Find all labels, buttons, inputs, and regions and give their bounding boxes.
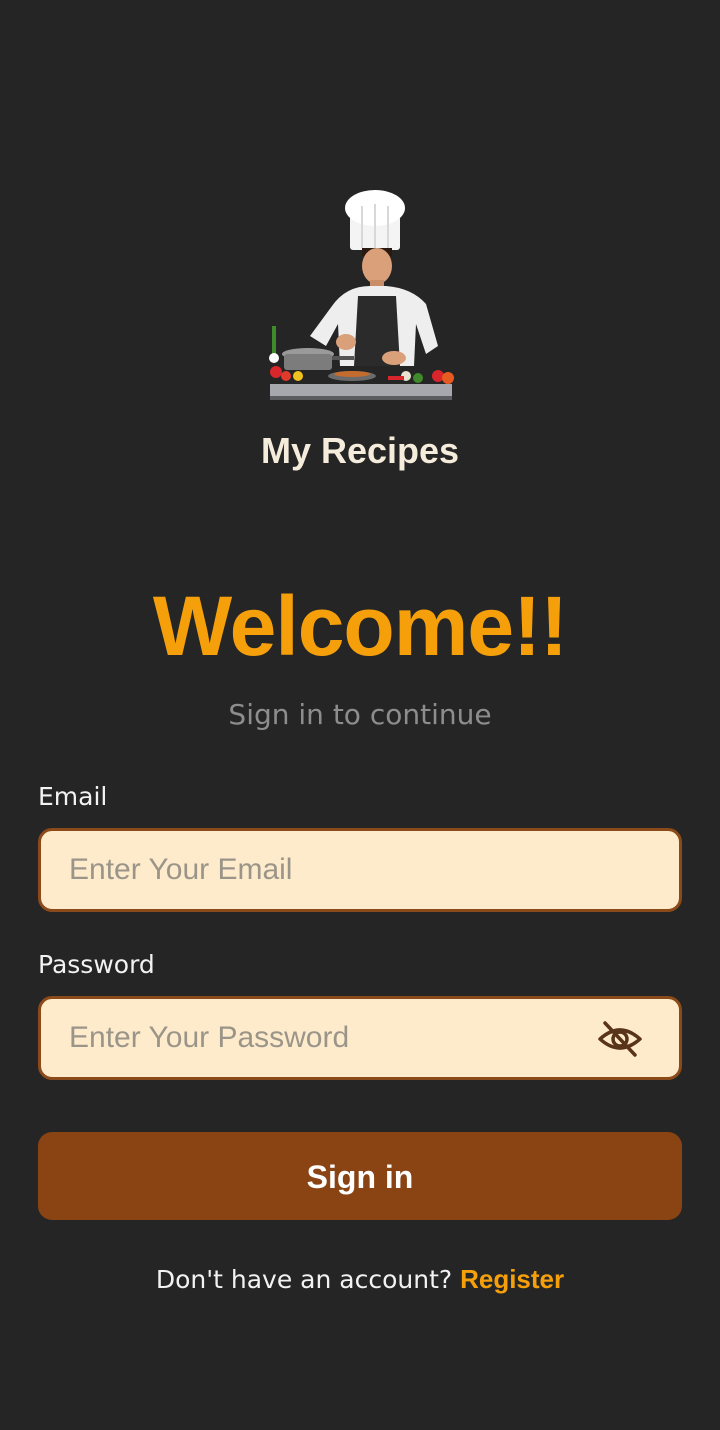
email-field-container (38, 828, 682, 912)
app-name: My Recipes (260, 430, 460, 471)
email-label: Email (38, 782, 108, 811)
email-field[interactable] (69, 831, 609, 909)
welcome-heading: Welcome!! (152, 579, 568, 673)
chef-logo-icon (269, 190, 454, 400)
register-row: Don't have an account? Register (0, 1264, 720, 1295)
eye-off-icon[interactable] (597, 1019, 643, 1059)
login-screen: My Recipes Welcome!! Sign in to continue… (0, 0, 720, 1430)
register-link[interactable]: Register (460, 1264, 564, 1294)
password-label: Password (38, 950, 155, 979)
password-field-container (38, 996, 682, 1080)
sign-in-button[interactable]: Sign in (38, 1132, 682, 1220)
signin-subtitle: Sign in to continue (228, 698, 492, 731)
password-field[interactable] (69, 999, 609, 1077)
register-prompt: Don't have an account? (155, 1265, 453, 1294)
